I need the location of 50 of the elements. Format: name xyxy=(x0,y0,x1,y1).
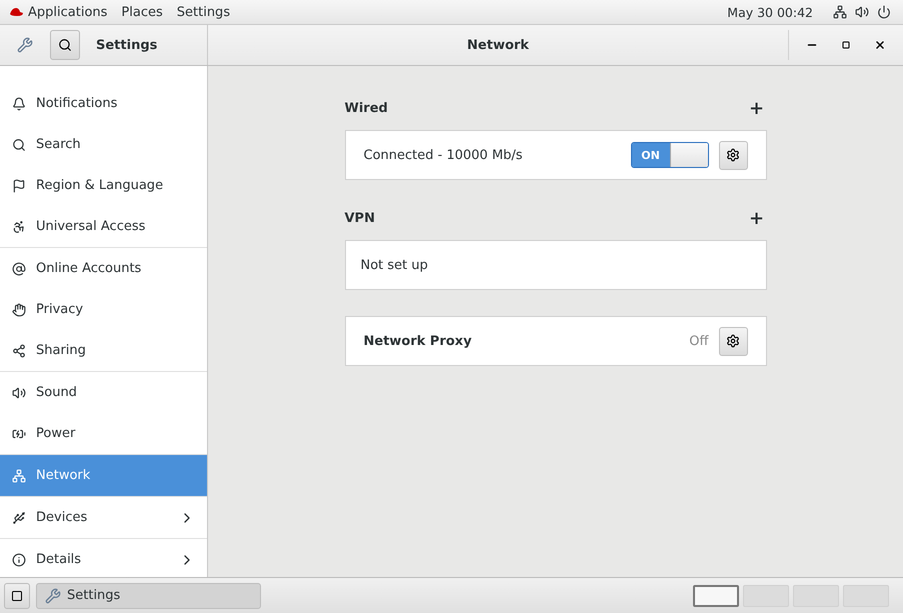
section-heading: Wired xyxy=(344,100,388,116)
show-desktop-button[interactable] xyxy=(4,582,30,608)
sidebar-item-icon xyxy=(12,344,26,358)
sidebar-item-icon xyxy=(12,510,26,524)
gear-icon xyxy=(726,148,740,162)
add-button[interactable]: + xyxy=(746,208,766,228)
sidebar-item[interactable]: Sharing xyxy=(0,330,207,371)
sidebar-item-icon xyxy=(12,386,26,400)
sidebar-item[interactable]: Power xyxy=(0,413,207,454)
sidebar-item-icon xyxy=(12,96,26,110)
sidebar-item-icon xyxy=(12,138,26,152)
wrench-icon xyxy=(45,588,61,604)
sidebar-item[interactable]: Region & Language xyxy=(0,165,207,206)
top-menu[interactable]: Places xyxy=(117,4,173,20)
workspace-button[interactable] xyxy=(693,584,739,606)
sidebar-item-icon xyxy=(12,468,26,482)
search-button[interactable] xyxy=(50,30,80,60)
sidebar-item[interactable]: Universal Access xyxy=(0,206,207,247)
close-icon xyxy=(874,39,886,51)
sidebar-item[interactable]: Privacy xyxy=(0,289,207,330)
vpn-status: Not set up xyxy=(360,258,429,272)
sidebar-item-icon xyxy=(12,262,26,276)
connection-status: Connected - 10000 Mb/s xyxy=(364,148,524,162)
sidebar-title: Settings xyxy=(96,38,158,52)
add-button[interactable]: + xyxy=(746,98,766,118)
sidebar-item[interactable]: Devices xyxy=(0,497,207,538)
sidebar-item[interactable]: Details xyxy=(0,539,207,580)
section-heading: VPN xyxy=(344,210,375,226)
hat-logo-icon xyxy=(8,6,24,18)
taskbar-window-button[interactable]: Settings xyxy=(36,582,261,608)
maximize-icon xyxy=(842,41,850,49)
settings-button[interactable] xyxy=(718,326,748,356)
sidebar-item[interactable]: Notifications xyxy=(0,83,207,124)
search-icon xyxy=(58,38,72,52)
proxy-label: Network Proxy xyxy=(364,334,473,348)
sidebar-item-icon xyxy=(12,178,26,192)
sidebar-item-icon xyxy=(12,302,26,316)
windows-icon xyxy=(11,590,23,602)
window-title: Network xyxy=(466,38,530,52)
sidebar-item-icon xyxy=(12,220,26,234)
proxy-status: Off xyxy=(689,334,708,348)
sidebar-item[interactable]: Online Accounts xyxy=(0,248,207,289)
sidebar-item[interactable]: Search xyxy=(0,124,207,165)
gear-icon xyxy=(726,334,740,348)
top-menu[interactable]: Settings xyxy=(172,4,240,20)
sidebar-item-icon xyxy=(12,552,26,566)
sidebar-item[interactable]: Sound xyxy=(0,372,207,413)
top-menu[interactable]: Applications xyxy=(24,4,118,20)
clock[interactable]: May 30 00:42 xyxy=(727,4,813,20)
settings-button[interactable] xyxy=(718,140,748,170)
